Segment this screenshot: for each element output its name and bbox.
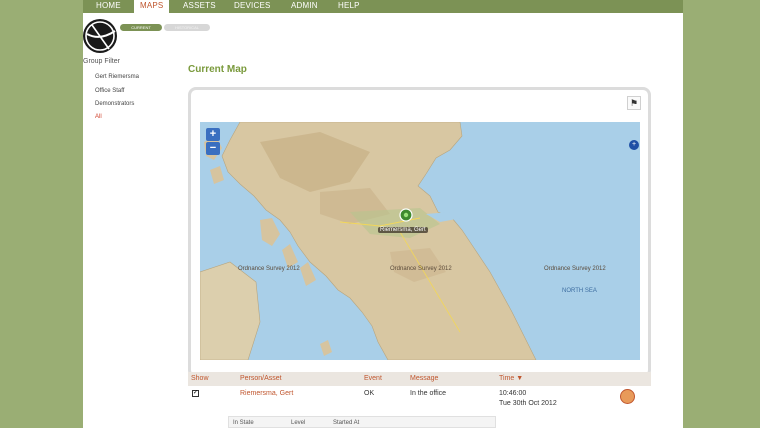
- map-title: Current Map: [188, 64, 247, 75]
- nav-admin[interactable]: ADMIN: [291, 0, 318, 13]
- company-logo: [83, 19, 117, 53]
- show-checkbox[interactable]: ✓: [192, 390, 199, 397]
- current-view-button[interactable]: CURRENT: [120, 24, 162, 31]
- map-panel: ⚑ + − Riemersma, Gert Ordnance Survey 20…: [188, 87, 651, 378]
- column-time[interactable]: Time ▼: [499, 375, 523, 382]
- nav-help[interactable]: HELP: [338, 0, 360, 13]
- historical-view-button[interactable]: HISTORICAL: [164, 24, 210, 31]
- subcolumn-state: In State: [233, 420, 254, 426]
- group-filter-item-gert[interactable]: Gert Riemersma: [95, 74, 139, 80]
- column-event[interactable]: Event: [364, 375, 382, 382]
- row-person[interactable]: Riemersma, Gert: [240, 390, 293, 397]
- group-filter-title: Group Filter: [83, 58, 120, 65]
- group-filter-item-office[interactable]: Office Staff: [95, 88, 124, 94]
- marker-label[interactable]: Riemersma, Gert: [378, 227, 428, 233]
- map-canvas[interactable]: + − Riemersma, Gert Ordnance Survey 2012…: [200, 122, 640, 360]
- row-date: Tue 30th Oct 2012: [499, 400, 557, 407]
- nav-devices[interactable]: DEVICES: [234, 0, 271, 13]
- zoom-control: + −: [206, 128, 220, 156]
- globe-icon[interactable]: [620, 389, 635, 404]
- row-message: In the office: [410, 390, 447, 397]
- sea-label: NORTH SEA: [562, 288, 597, 294]
- results-table-header: Show Person/Asset Event Message Time ▼: [188, 372, 651, 386]
- nav-maps[interactable]: MAPS: [134, 0, 170, 13]
- nav-assets[interactable]: ASSETS: [183, 0, 216, 13]
- flag-icon[interactable]: ⚑: [627, 96, 641, 110]
- column-show[interactable]: Show: [191, 375, 209, 382]
- subcolumn-started: Started At: [333, 420, 360, 426]
- group-filter-item-demonstrators[interactable]: Demonstrators: [95, 101, 134, 107]
- map-attribution-west: Ordnance Survey 2012: [238, 266, 300, 272]
- top-nav: HOME MAPS ASSETS DEVICES ADMIN HELP: [83, 0, 683, 13]
- column-message[interactable]: Message: [410, 375, 438, 382]
- nav-home[interactable]: HOME: [96, 0, 121, 13]
- row-time: 10:46:00: [499, 390, 527, 397]
- zoom-in-button[interactable]: +: [206, 128, 220, 141]
- subcolumn-level: Level: [291, 420, 306, 426]
- row-event: OK: [364, 390, 375, 397]
- column-person[interactable]: Person/Asset: [240, 375, 282, 382]
- map-attribution-east: Ordnance Survey 2012: [544, 266, 606, 272]
- layer-switcher-icon[interactable]: +: [629, 140, 639, 150]
- zoom-out-button[interactable]: −: [206, 142, 220, 155]
- group-filter-item-all[interactable]: All: [95, 114, 102, 120]
- map-attribution-center: Ordnance Survey 2012: [390, 266, 452, 272]
- state-subtable: In State Level Started At: [228, 416, 496, 428]
